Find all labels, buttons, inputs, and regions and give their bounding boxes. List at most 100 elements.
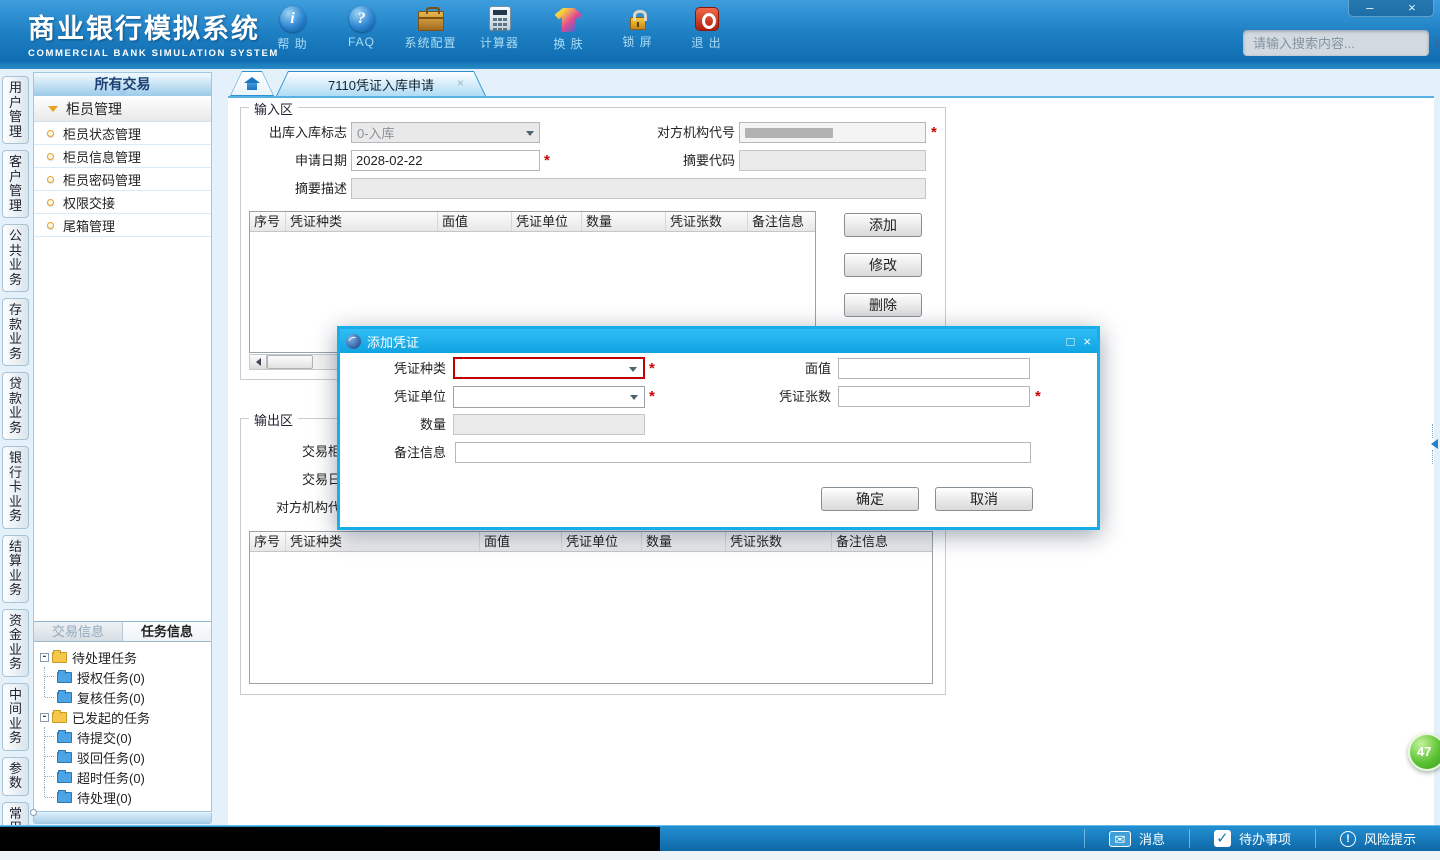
apply-date-input[interactable] [351,150,540,171]
dialog-title: 添加凭证 [367,334,420,350]
change-skin-button[interactable]: 换 肤 [534,6,603,52]
sidebar-item-authority-handover[interactable]: 权限交接 [34,191,211,214]
search-icon[interactable] [1435,37,1439,49]
sidebar-item-teller-status[interactable]: 柜员状态管理 [34,122,211,145]
minimize-button[interactable]: – [1358,1,1381,15]
tab-7110-voucher-inbound[interactable]: 7110凭证入库申请 × [276,71,486,96]
sidebar-item-teller-password[interactable]: 柜员密码管理 [34,168,211,191]
nav-tab-loan-business[interactable]: 贷款业务 [2,372,29,440]
tree-item-to-submit[interactable]: 待提交(0) [39,727,211,747]
bottom-strip [0,851,1440,860]
tree-item-auth-tasks[interactable]: 授权任务(0) [39,667,211,687]
tree-group-initiated-tasks[interactable]: - 已发起的任务 [39,707,211,727]
org-code-input[interactable] [739,122,926,143]
nav-tab-parameters[interactable]: 参数 [2,756,29,796]
lock-screen-label: 锁 屏 [622,35,653,49]
voucher-count-input[interactable] [838,386,1030,407]
redacted-status-info [0,827,660,851]
panel-collapse-handle[interactable] [1427,424,1438,464]
calculator-label: 计算器 [479,36,519,50]
dropdown-caret-icon [629,367,637,376]
tab-home[interactable] [230,71,274,96]
scroll-left-button[interactable] [250,355,267,369]
face-value-input[interactable] [838,358,1030,379]
voucher-unit-label: 凭证单位 [393,389,446,404]
sidebar-item-cashbox-mgmt[interactable]: 尾箱管理 [34,214,211,237]
summary-code-input [739,150,926,171]
tab-task-info[interactable]: 任务信息 [123,622,211,641]
nav-tab-user-mgmt[interactable]: 用户管理 [2,76,29,144]
tab-close-icon[interactable]: × [457,76,464,90]
col-voucher-count: 凭证张数 [726,532,832,551]
faq-button[interactable]: ? FAQ [327,6,396,52]
output-section-legend: 输出区 [249,410,299,429]
add-button[interactable]: 添加 [844,213,922,237]
sidebar-item-teller-info[interactable]: 柜员信息管理 [34,145,211,168]
flag-select[interactable]: 0-入库 [351,122,540,143]
dialog-close-button[interactable]: × [1083,335,1091,348]
tree-item-label: 待处理(0) [77,790,132,806]
nav-tab-settlement-business[interactable]: 结算业务 [2,534,29,603]
tree-item-label: 待提交(0) [77,730,132,746]
tree-group-pending-tasks[interactable]: - 待处理任务 [39,647,211,667]
cancel-button[interactable]: 取消 [935,487,1033,511]
tree-item-rejected-tasks[interactable]: 驳回任务(0) [39,747,211,767]
folder-icon [57,729,72,743]
system-config-button[interactable]: 系统配置 [396,6,465,52]
col-quantity: 数量 [582,212,666,231]
nav-tab-customer-mgmt[interactable]: 客户管理 [2,150,29,218]
tree-connector [44,727,54,747]
dotted-line [1431,424,1433,438]
floating-counter-badge[interactable]: 47 [1408,733,1440,771]
tree-item-review-tasks[interactable]: 复核任务(0) [39,687,211,707]
help-icon: i [279,6,306,32]
resize-grip[interactable] [30,809,37,816]
collapse-box-icon[interactable]: - [40,712,49,722]
tree-item-pending[interactable]: 待处理(0) [39,787,211,807]
ok-button[interactable]: 确定 [821,487,919,511]
summary-desc-input [351,178,926,199]
col-remark: 备注信息 [752,214,805,229]
bullet-icon [47,129,54,137]
remark-input[interactable] [455,442,1031,463]
dialog-titlebar[interactable]: 添加凭证 □ × [340,329,1097,353]
flag-label: 出库入库标志 [268,125,347,140]
tree-item-timeout-tasks[interactable]: 超时任务(0) [39,767,211,787]
todo-label: 待办事项 [1238,832,1291,847]
messages-button[interactable]: ✉ 消息 [1085,826,1189,851]
tab-label: 7110凭证入库申请 [328,77,434,93]
search-input[interactable] [1243,35,1435,51]
risk-alert-button[interactable]: ! 风险提示 [1316,826,1440,851]
folder-icon [57,749,72,763]
scrollbar-thumb[interactable] [267,355,313,369]
nav-tab-intermediate-business[interactable]: 中间业务 [2,682,29,751]
tab-trade-info[interactable]: 交易信息 [34,622,123,641]
dialog-maximize-button[interactable]: □ [1067,335,1075,348]
modify-button[interactable]: 修改 [844,253,922,277]
delete-button[interactable]: 删除 [844,293,922,317]
quantity-label: 数量 [419,417,446,432]
close-window-button[interactable]: × [1400,1,1424,15]
collapse-box-icon[interactable]: - [40,652,49,662]
expand-arrow-icon [48,105,58,117]
sidebar-item-label: 权限交接 [63,195,116,211]
voucher-unit-select[interactable] [453,386,645,408]
app-title: 商业银行模拟系统 [28,14,260,44]
exit-button[interactable]: 退 出 [672,6,741,52]
lock-screen-button[interactable]: 锁 屏 [603,6,672,52]
tree-group-label: 已发起的任务 [72,710,151,726]
face-value-label: 面值 [804,361,831,376]
nav-tab-bankcard-business[interactable]: 银行卡业务 [2,446,29,529]
header-divider [0,62,1440,69]
nav-tab-public-business[interactable]: 公共业务 [2,224,29,292]
voucher-type-select[interactable] [453,357,645,379]
calculator-button[interactable]: 计算器 [465,6,534,52]
app-subtitle: COMMERCIAL BANK SIMULATION SYSTEM [28,48,279,59]
lock-icon [629,10,647,30]
nav-tab-deposit-business[interactable]: 存款业务 [2,298,29,366]
summary-code-label: 摘要代码 [682,153,735,168]
help-button[interactable]: i 帮 助 [258,6,327,52]
nav-tab-funds-business[interactable]: 资金业务 [2,608,29,677]
todo-button[interactable]: ✓ 待办事项 [1190,826,1315,851]
sidebar-item-label: 柜员状态管理 [63,126,142,142]
